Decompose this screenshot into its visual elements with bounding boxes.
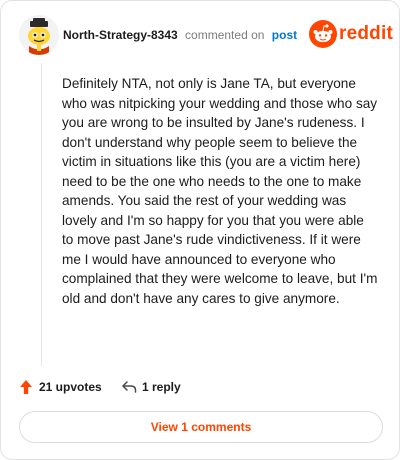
snoo-avatar-icon: [19, 15, 59, 55]
reply-arrow-icon: [122, 381, 137, 393]
comment-body: Definitely NTA, not only is Jane TA, but…: [62, 76, 378, 306]
thread-line: [41, 63, 42, 366]
post-link[interactable]: post: [272, 28, 297, 42]
reddit-alien-icon: [309, 20, 337, 48]
reddit-logo[interactable]: reddit: [309, 20, 393, 50]
view-comments-button[interactable]: View 1 comments: [19, 411, 383, 443]
upvote-button[interactable]: 21 upvotes: [19, 377, 102, 397]
reddit-wordmark: reddit: [339, 23, 393, 44]
comment-meta: North-Strategy-8343 commented on post: [63, 28, 297, 42]
avatar[interactable]: [19, 15, 59, 55]
upvote-count: 21 upvotes: [39, 380, 102, 394]
comment-actions: 21 upvotes 1 reply: [19, 377, 379, 397]
action-text: commented on: [185, 28, 265, 42]
reply-count: 1 reply: [142, 380, 181, 394]
reply-button[interactable]: 1 reply: [121, 377, 181, 397]
username-link[interactable]: North-Strategy-8343: [63, 28, 178, 42]
comment-header: North-Strategy-8343 commented on post re…: [19, 15, 393, 55]
upvote-arrow-icon: [20, 380, 32, 394]
comment-card: North-Strategy-8343 commented on post re…: [0, 0, 400, 460]
